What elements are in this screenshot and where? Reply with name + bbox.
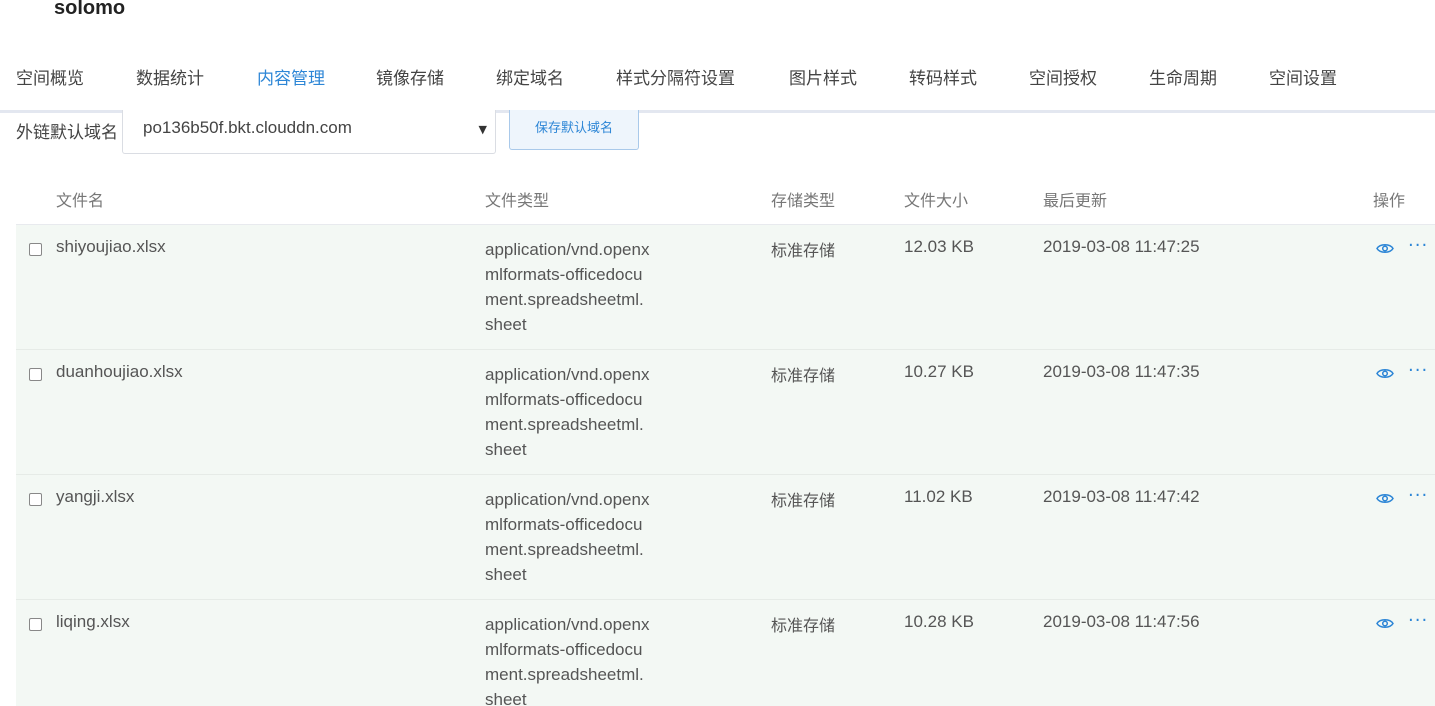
tab-lifecycle[interactable]: 生命周期 <box>1149 68 1217 110</box>
row-checkbox[interactable] <box>29 368 42 381</box>
table-row: duanhoujiao.xlsx application/vnd.openxml… <box>16 350 1435 475</box>
tab-overview[interactable]: 空间概览 <box>16 68 84 110</box>
more-icon[interactable]: ··· <box>1408 612 1428 630</box>
file-table: 文件名 文件类型 存储类型 文件大小 最后更新 操作 shiyoujiao.xl… <box>16 174 1435 706</box>
table-row: shiyoujiao.xlsx application/vnd.openxmlf… <box>16 225 1435 350</box>
header-filename[interactable]: 文件名 <box>56 187 104 211</box>
eye-icon[interactable] <box>1376 617 1394 630</box>
header-storage-type: 存储类型 <box>771 191 836 210</box>
tab-content-management[interactable]: 内容管理 <box>257 68 325 113</box>
file-type: application/vnd.openxmlformats-officedoc… <box>485 615 650 706</box>
row-checkbox[interactable] <box>29 243 42 256</box>
tab-image-style[interactable]: 图片样式 <box>789 68 857 110</box>
eye-icon[interactable] <box>1376 367 1394 380</box>
default-domain-select[interactable]: po136b50f.bkt.clouddn.com ▼ <box>122 110 496 154</box>
content-management-page: solomo 空间概览 数据统计 内容管理 镜像存储 绑定域名 样式分隔符设置 … <box>0 0 1435 706</box>
file-type: application/vnd.openxmlformats-officedoc… <box>485 490 650 584</box>
header-filetype: 文件类型 <box>485 191 550 210</box>
default-domain-label: 外链默认域名 <box>16 123 118 143</box>
storage-type: 标准存储 <box>771 241 836 260</box>
file-name[interactable]: liqing.xlsx <box>56 612 130 632</box>
file-type: application/vnd.openxmlformats-officedoc… <box>485 240 650 334</box>
row-checkbox[interactable] <box>29 618 42 631</box>
file-size: 11.02 KB <box>904 487 973 506</box>
file-size: 10.27 KB <box>904 362 974 381</box>
file-name[interactable]: shiyoujiao.xlsx <box>56 237 166 257</box>
tab-transcode-style[interactable]: 转码样式 <box>909 68 977 110</box>
table-header: 文件名 文件类型 存储类型 文件大小 最后更新 操作 <box>16 174 1435 225</box>
tab-style-separator[interactable]: 样式分隔符设置 <box>616 68 735 110</box>
file-type: application/vnd.openxmlformats-officedoc… <box>485 365 650 459</box>
last-updated: 2019-03-08 11:47:35 <box>1043 362 1200 381</box>
header-filesize: 文件大小 <box>904 191 969 210</box>
header-actions: 操作 <box>1373 191 1406 210</box>
last-updated: 2019-03-08 11:47:25 <box>1043 237 1200 256</box>
file-size: 12.03 KB <box>904 237 974 256</box>
default-domain-row: 外链默认域名 po136b50f.bkt.clouddn.com ▼ 保存默认域… <box>0 110 1435 160</box>
more-icon[interactable]: ··· <box>1408 237 1428 255</box>
tab-space-settings[interactable]: 空间设置 <box>1269 68 1337 110</box>
caret-down-icon: ▼ <box>478 123 487 136</box>
more-icon[interactable]: ··· <box>1408 362 1428 380</box>
last-updated: 2019-03-08 11:47:42 <box>1043 487 1200 506</box>
table-row: yangji.xlsx application/vnd.openxmlforma… <box>16 475 1435 600</box>
file-name[interactable]: duanhoujiao.xlsx <box>56 362 183 382</box>
more-icon[interactable]: ··· <box>1408 487 1428 505</box>
tab-bar: 空间概览 数据统计 内容管理 镜像存储 绑定域名 样式分隔符设置 图片样式 转码… <box>0 58 1435 113</box>
row-checkbox[interactable] <box>29 493 42 506</box>
storage-type: 标准存储 <box>771 366 836 385</box>
header-last-updated: 最后更新 <box>1043 191 1108 210</box>
bucket-name: solomo <box>54 0 126 19</box>
file-name[interactable]: yangji.xlsx <box>56 487 134 507</box>
default-domain-value: po136b50f.bkt.clouddn.com <box>143 118 352 137</box>
storage-type: 标准存储 <box>771 616 836 635</box>
save-default-domain-button[interactable]: 保存默认域名 <box>509 110 639 150</box>
tab-space-authorization[interactable]: 空间授权 <box>1029 68 1097 110</box>
tab-statistics[interactable]: 数据统计 <box>136 68 204 110</box>
eye-icon[interactable] <box>1376 242 1394 255</box>
eye-icon[interactable] <box>1376 492 1394 505</box>
table-row: liqing.xlsx application/vnd.openxmlforma… <box>16 600 1435 706</box>
tab-bind-domain[interactable]: 绑定域名 <box>496 68 564 110</box>
last-updated: 2019-03-08 11:47:56 <box>1043 612 1200 631</box>
tab-mirror-storage[interactable]: 镜像存储 <box>376 68 444 110</box>
file-size: 10.28 KB <box>904 612 974 631</box>
storage-type: 标准存储 <box>771 491 836 510</box>
